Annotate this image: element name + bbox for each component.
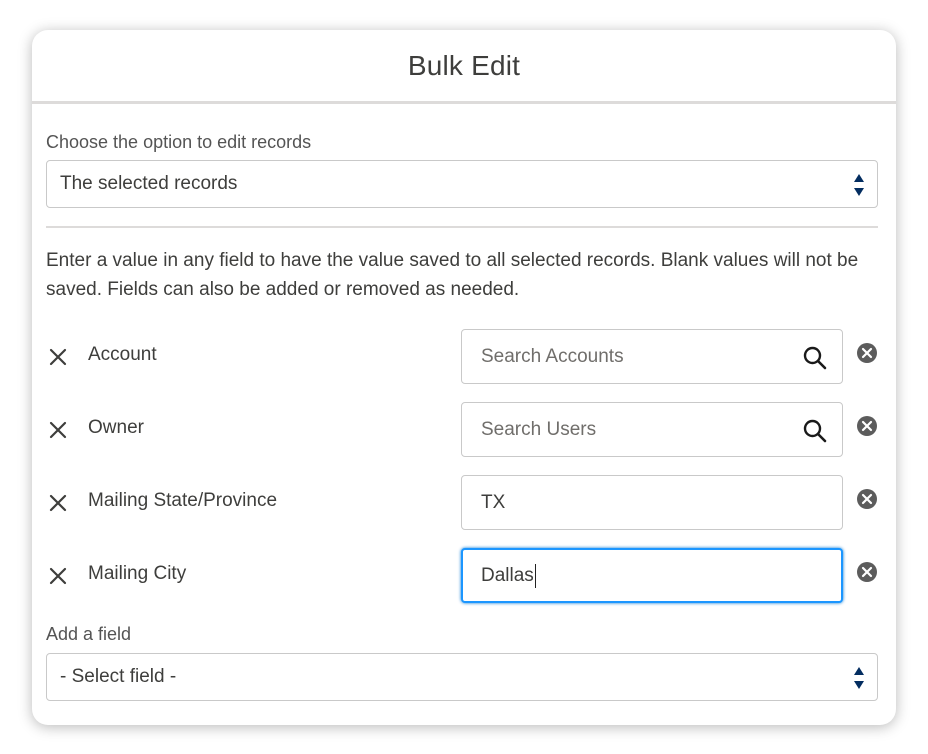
bulk-edit-modal: Bulk Edit Choose the option to edit reco… [32, 30, 896, 725]
clear-circle-icon[interactable] [856, 415, 878, 437]
modal-title: Bulk Edit [407, 49, 521, 81]
close-icon[interactable] [48, 420, 68, 440]
edit-option-value: The selected records [60, 173, 238, 194]
edit-option-select[interactable]: The selected records [46, 160, 878, 208]
text-cursor [534, 563, 537, 588]
close-icon[interactable] [48, 566, 68, 586]
field-label-mailing-city: Mailing City [88, 563, 187, 584]
account-search-input[interactable]: Search Accounts [461, 329, 843, 384]
search-icon [803, 419, 827, 443]
account-placeholder: Search Accounts [481, 345, 624, 367]
close-icon[interactable] [48, 347, 68, 367]
field-label-owner: Owner [88, 417, 144, 438]
search-icon [803, 346, 827, 370]
field-row-owner: Owner Search Users [32, 402, 896, 458]
add-field-select[interactable]: - Select field - [46, 653, 878, 701]
owner-placeholder: Search Users [481, 418, 597, 440]
field-row-mailing-state: Mailing State/Province TX [32, 475, 896, 531]
modal-header: Bulk Edit [32, 30, 896, 104]
clear-circle-icon[interactable] [856, 561, 878, 583]
owner-search-input[interactable]: Search Users [461, 402, 843, 457]
mailing-state-input[interactable]: TX [461, 475, 843, 530]
add-field-label: Add a field [46, 624, 132, 644]
up-down-arrows-icon [854, 174, 864, 196]
field-row-account: Account Search Accounts [32, 329, 896, 385]
field-label-account: Account [88, 344, 157, 365]
clear-circle-icon[interactable] [856, 342, 878, 364]
add-field-value: - Select field - [60, 666, 177, 687]
instructions-text: Enter a value in any field to have the v… [46, 250, 859, 300]
close-icon[interactable] [48, 493, 68, 513]
mailing-city-value: Dallas [481, 564, 534, 586]
clear-circle-icon[interactable] [856, 488, 878, 510]
divider [46, 226, 878, 228]
edit-option-label: Choose the option to edit records [46, 132, 312, 152]
field-row-mailing-city: Mailing City Dallas [32, 548, 896, 604]
up-down-arrows-icon [854, 667, 864, 689]
mailing-state-value: TX [481, 491, 506, 513]
field-label-mailing-state: Mailing State/Province [88, 490, 278, 511]
mailing-city-input[interactable]: Dallas [461, 548, 843, 603]
